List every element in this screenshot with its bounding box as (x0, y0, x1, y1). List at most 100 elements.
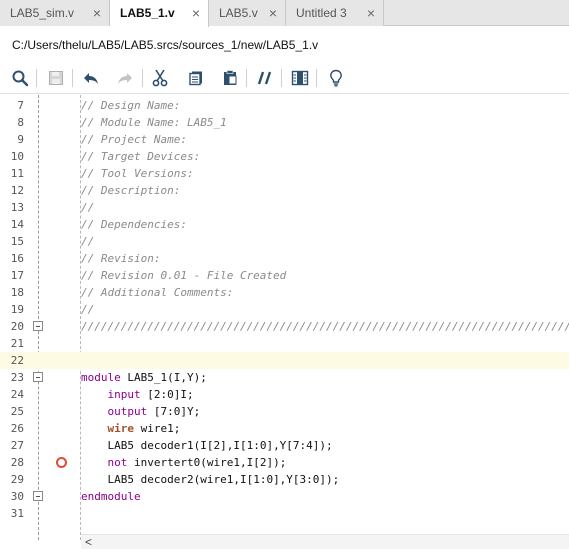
comment-text: // Revision 0.01 - File Created (81, 269, 287, 282)
comment-text: // (81, 303, 95, 316)
code-line: 23 module LAB5_1(I,Y); (0, 369, 569, 386)
save-icon[interactable] (45, 67, 67, 89)
comment-text: // Additional Comments: (81, 286, 234, 299)
close-icon[interactable]: × (192, 0, 200, 26)
tab-untitled-3[interactable]: Untitled 3 × (286, 0, 384, 26)
code-line: 24 input [2:0]I; (0, 386, 569, 403)
code-line: 12 // Description: (0, 182, 569, 199)
code-line: 21 (0, 335, 569, 352)
keyword: wire (107, 422, 135, 435)
code-line: 7 // Design Name: (0, 97, 569, 114)
comment-text: // Dependencies: (81, 218, 187, 231)
comment-text: // Module Name: LAB5_1 (81, 116, 227, 129)
search-icon[interactable] (9, 67, 31, 89)
toolbar-divider (142, 69, 143, 87)
line-number: 9 (17, 133, 24, 146)
code-text: [2:0]I; (140, 388, 194, 401)
comment-text: // (81, 201, 95, 214)
code-line: 15 // (0, 233, 569, 250)
comment-icon[interactable] (254, 67, 276, 89)
comment-text: // Tool Versions: (81, 167, 194, 180)
code-line: 19 // (0, 301, 569, 318)
code-line: 26 wire wire1; (0, 420, 569, 437)
code-line: 30 endmodule (0, 488, 569, 505)
line-number: 23 (10, 371, 24, 384)
editor-window: LAB5_sim.v × LAB5_1.v × LAB5.v × Untitle… (0, 0, 569, 549)
comment-text: // (81, 235, 95, 248)
line-number: 30 (10, 490, 24, 503)
code-editor[interactable]: 7 // Design Name: 8 // Module Name: LAB5… (0, 95, 569, 549)
line-number: 21 (10, 337, 24, 350)
code-text: wire1; (134, 422, 181, 435)
close-icon[interactable]: × (367, 0, 375, 26)
toolbar-divider (36, 69, 37, 87)
paste-icon[interactable] (219, 67, 241, 89)
code-line: 29 LAB5 decoder2(wire1,I[1:0],Y[3:0]); (0, 471, 569, 488)
code-line: 9 // Project Name: (0, 131, 569, 148)
tab-lab5[interactable]: LAB5.v × (209, 0, 286, 26)
line-number: 20 (10, 320, 24, 333)
code-line: 13 // (0, 199, 569, 216)
code-line: 8 // Module Name: LAB5_1 (0, 114, 569, 131)
line-number: 19 (10, 303, 24, 316)
line-number: 7 (17, 99, 24, 112)
tab-label: LAB5_sim.v (10, 6, 75, 20)
keyword: input (107, 388, 141, 401)
keyword: not (107, 456, 128, 469)
columns-icon[interactable] (289, 67, 311, 89)
toolbar-divider (246, 69, 247, 87)
line-number: 28 (10, 456, 24, 469)
code-line: 31 (0, 505, 569, 522)
line-number: 24 (10, 388, 24, 401)
line-number: 8 (17, 116, 24, 129)
horizontal-scrollbar[interactable]: < (81, 534, 569, 549)
code-line: 25 output [7:0]Y; (0, 403, 569, 420)
line-number: 13 (10, 201, 24, 214)
close-icon[interactable]: × (269, 0, 277, 26)
code-line: 10 // Target Devices: (0, 148, 569, 165)
redo-icon[interactable] (114, 67, 136, 89)
tab-label: Untitled 3 (296, 6, 347, 20)
lightbulb-icon[interactable] (325, 67, 347, 89)
code-line: 18 // Additional Comments: (0, 284, 569, 301)
comment-text: // Project Name: (81, 133, 187, 146)
keyword: output (107, 405, 148, 418)
close-icon[interactable]: × (93, 0, 101, 26)
comment-text: // Target Devices: (81, 150, 201, 163)
line-number: 11 (10, 167, 24, 180)
line-number: 22 (10, 354, 24, 367)
comment-text: // Design Name: (81, 99, 181, 112)
line-number: 15 (10, 235, 24, 248)
toolbar-divider (281, 69, 282, 87)
tab-label: LAB5_1.v (120, 6, 175, 20)
comment-text: ////////////////////////////////////////… (81, 320, 569, 333)
line-number: 16 (10, 252, 24, 265)
tab-bar: LAB5_sim.v × LAB5_1.v × LAB5.v × Untitle… (0, 0, 569, 27)
tab-lab5-sim[interactable]: LAB5_sim.v × (0, 0, 110, 26)
copy-icon[interactable] (185, 67, 207, 89)
code-text: LAB5_1(I,Y); (120, 371, 207, 384)
fold-toggle-icon[interactable] (33, 372, 43, 382)
breakpoint-icon[interactable] (56, 457, 67, 468)
code-text: invertert0(wire1,I[2]); (127, 456, 287, 469)
current-line: 22 (0, 352, 569, 369)
fold-toggle-icon[interactable] (33, 491, 43, 501)
cut-icon[interactable] (149, 67, 171, 89)
fold-toggle-icon[interactable] (33, 321, 43, 331)
code-line: 20 /////////////////////////////////////… (0, 318, 569, 335)
tab-lab5-1[interactable]: LAB5_1.v × (110, 0, 209, 27)
code-text: [7:0]Y; (147, 405, 201, 418)
toolbar-divider (316, 69, 317, 87)
toolbar (0, 62, 569, 94)
line-number: 27 (10, 439, 24, 452)
undo-icon[interactable] (80, 67, 102, 89)
scroll-left-icon[interactable]: < (85, 535, 92, 549)
keyword: endmodule (81, 490, 141, 503)
line-number: 14 (10, 218, 24, 231)
line-number: 17 (10, 269, 24, 282)
code-line: 27 LAB5 decoder1(I[2],I[1:0],Y[7:4]); (0, 437, 569, 454)
toolbar-divider (72, 69, 73, 87)
